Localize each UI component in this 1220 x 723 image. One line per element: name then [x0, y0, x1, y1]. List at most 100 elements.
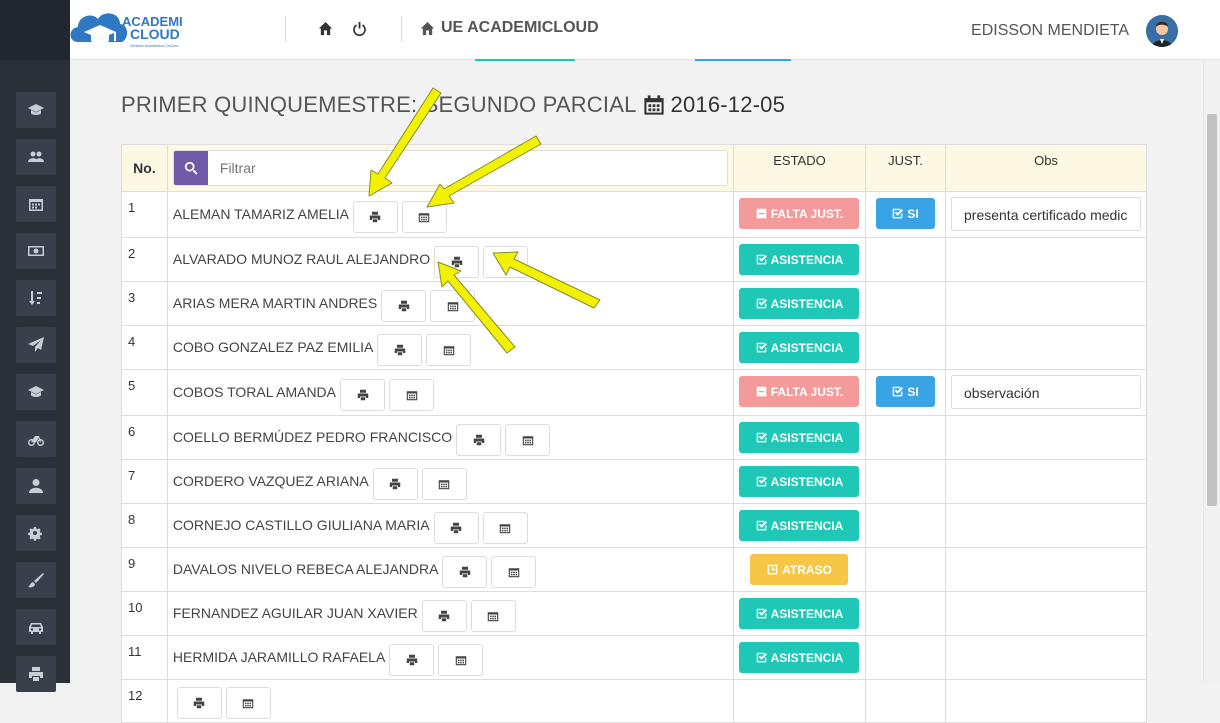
observation-cell [945, 237, 1147, 282]
calendar-button[interactable] [483, 245, 529, 278]
status-cell: FALTA JUST. [733, 369, 866, 416]
check-square-icon [756, 432, 767, 443]
status-button[interactable]: ASISTENCIA [739, 288, 860, 319]
academicloud-logo[interactable]: ACADEMI CLOUD Gestión Académica OnLine [70, 6, 195, 54]
table-row: 9 DAVALOS NIVELO REBECA ALEJANDRA ATRASO [121, 547, 1147, 592]
status-button[interactable]: ASISTENCIA [739, 466, 860, 497]
justified-button[interactable]: SI [875, 198, 935, 229]
sidebar-item-graduation-cap[interactable] [16, 374, 56, 410]
column-header-obs: Obs [945, 144, 1147, 192]
sidebar-item-paint-brush[interactable] [16, 562, 56, 598]
calendar-button[interactable] [505, 423, 551, 456]
student-name: ARIAS MERA MARTIN ANDRES [172, 295, 378, 311]
user-avatar[interactable] [1146, 15, 1178, 47]
status-button[interactable]: ASISTENCIA [739, 244, 860, 275]
student-cell [166, 679, 735, 723]
status-button[interactable]: ASISTENCIA [739, 642, 860, 673]
calendar-button[interactable] [438, 643, 484, 676]
calendar-button[interactable] [225, 687, 271, 719]
calendar-button[interactable] [401, 200, 447, 233]
calendar-icon [243, 699, 254, 709]
check-square-icon [756, 254, 767, 265]
sidebar-item-bicycle[interactable] [16, 421, 56, 457]
justification-cell [864, 237, 947, 282]
calendar-button[interactable] [389, 378, 435, 411]
check-square-icon [756, 608, 767, 619]
calendar-button[interactable] [430, 289, 476, 322]
print-button[interactable] [381, 289, 427, 322]
row-number: 9 [121, 547, 168, 592]
print-button[interactable] [389, 643, 435, 676]
row-number: 1 [121, 191, 168, 238]
sidebar-item-car[interactable] [16, 609, 56, 645]
user-name[interactable]: EDISSON MENDIETA [971, 22, 1129, 40]
status-button[interactable]: ASISTENCIA [739, 598, 860, 629]
status-button[interactable]: ASISTENCIA [739, 332, 860, 363]
check-square-icon [756, 342, 767, 353]
justification-cell [864, 635, 947, 680]
print-button[interactable] [372, 467, 418, 500]
student-name: CORNEJO CASTILLO GIULIANA MARIA [172, 517, 430, 533]
status-cell: ASISTENCIA [733, 635, 866, 680]
scrollbar-thumb[interactable] [1207, 114, 1217, 506]
minus-square-icon [756, 208, 767, 219]
sidebar-item-cogs[interactable] [16, 515, 56, 551]
print-button[interactable] [456, 423, 502, 456]
print-button[interactable] [433, 511, 479, 544]
print-button[interactable] [176, 687, 222, 719]
print-button[interactable] [377, 333, 423, 366]
print-button[interactable] [442, 555, 488, 588]
column-header-estado: ESTADO [733, 144, 866, 192]
print-button[interactable] [340, 378, 386, 411]
status-button[interactable]: ASISTENCIA [739, 510, 860, 541]
observation-field[interactable]: observación [951, 375, 1141, 409]
search-icon [184, 161, 198, 175]
calendar-button[interactable] [421, 467, 467, 500]
status-label: ASISTENCIA [770, 296, 844, 311]
sidebar-item-money[interactable] [16, 233, 56, 269]
student-cell: COELLO BERMÚDEZ PEDRO FRANCISCO [166, 415, 735, 460]
sidebar-item-user[interactable] [16, 468, 56, 504]
calendar-button[interactable] [426, 333, 472, 366]
justification-cell [864, 281, 947, 326]
calendar-icon [438, 479, 450, 489]
filter-input[interactable] [207, 151, 727, 185]
search-button[interactable] [173, 151, 208, 185]
sidebar-item-graduation-cap[interactable] [16, 92, 56, 128]
sidebar-item-users[interactable] [16, 139, 56, 175]
calendar-button[interactable] [482, 511, 528, 544]
justified-button[interactable]: SI [875, 376, 935, 407]
institution-name: UE ACADEMICLOUD [441, 19, 599, 36]
calendar-button[interactable] [470, 599, 516, 632]
print-icon [459, 566, 471, 577]
student-name: COBO GONZALEZ PAZ EMILIA [172, 339, 374, 355]
sidebar-item-paper-plane[interactable] [16, 327, 56, 363]
power-icon[interactable] [349, 18, 369, 38]
print-button[interactable] [434, 245, 480, 278]
calendar-icon [447, 301, 458, 311]
home-icon[interactable] [315, 18, 335, 38]
print-button[interactable] [421, 599, 467, 632]
sidebar-item-sort[interactable] [16, 280, 56, 316]
status-button[interactable]: FALTA JUST. [739, 198, 860, 229]
student-name: HERMIDA JARAMILLO RAFAELA [172, 649, 386, 665]
status-label: ASISTENCIA [770, 340, 844, 355]
status-button[interactable]: ASISTENCIA [739, 422, 860, 453]
student-cell: ARIAS MERA MARTIN ANDRES [166, 281, 735, 326]
sidebar-item-print[interactable] [16, 656, 56, 692]
sidebar-item-calendar[interactable] [16, 186, 56, 222]
observation-field[interactable]: presenta certificado medic [951, 197, 1141, 231]
print-button[interactable] [352, 200, 398, 233]
student-cell: DAVALOS NIVELO REBECA ALEJANDRA [166, 547, 735, 592]
observation-cell [945, 635, 1147, 680]
status-button[interactable]: FALTA JUST. [739, 376, 860, 407]
page-scrollbar[interactable] [1203, 60, 1220, 683]
student-cell: ALEMAN TAMARIZ AMELIA [166, 191, 735, 238]
status-button[interactable]: ATRASO [750, 554, 849, 585]
header-divider [285, 16, 286, 42]
table-row: 3 ARIAS MERA MARTIN ANDRES ASISTENCIA [121, 281, 1147, 326]
status-cell: ASISTENCIA [733, 591, 866, 636]
period-date: 2016-12-05 [670, 92, 786, 117]
paper-plane-icon [28, 337, 44, 352]
calendar-button[interactable] [491, 555, 537, 588]
